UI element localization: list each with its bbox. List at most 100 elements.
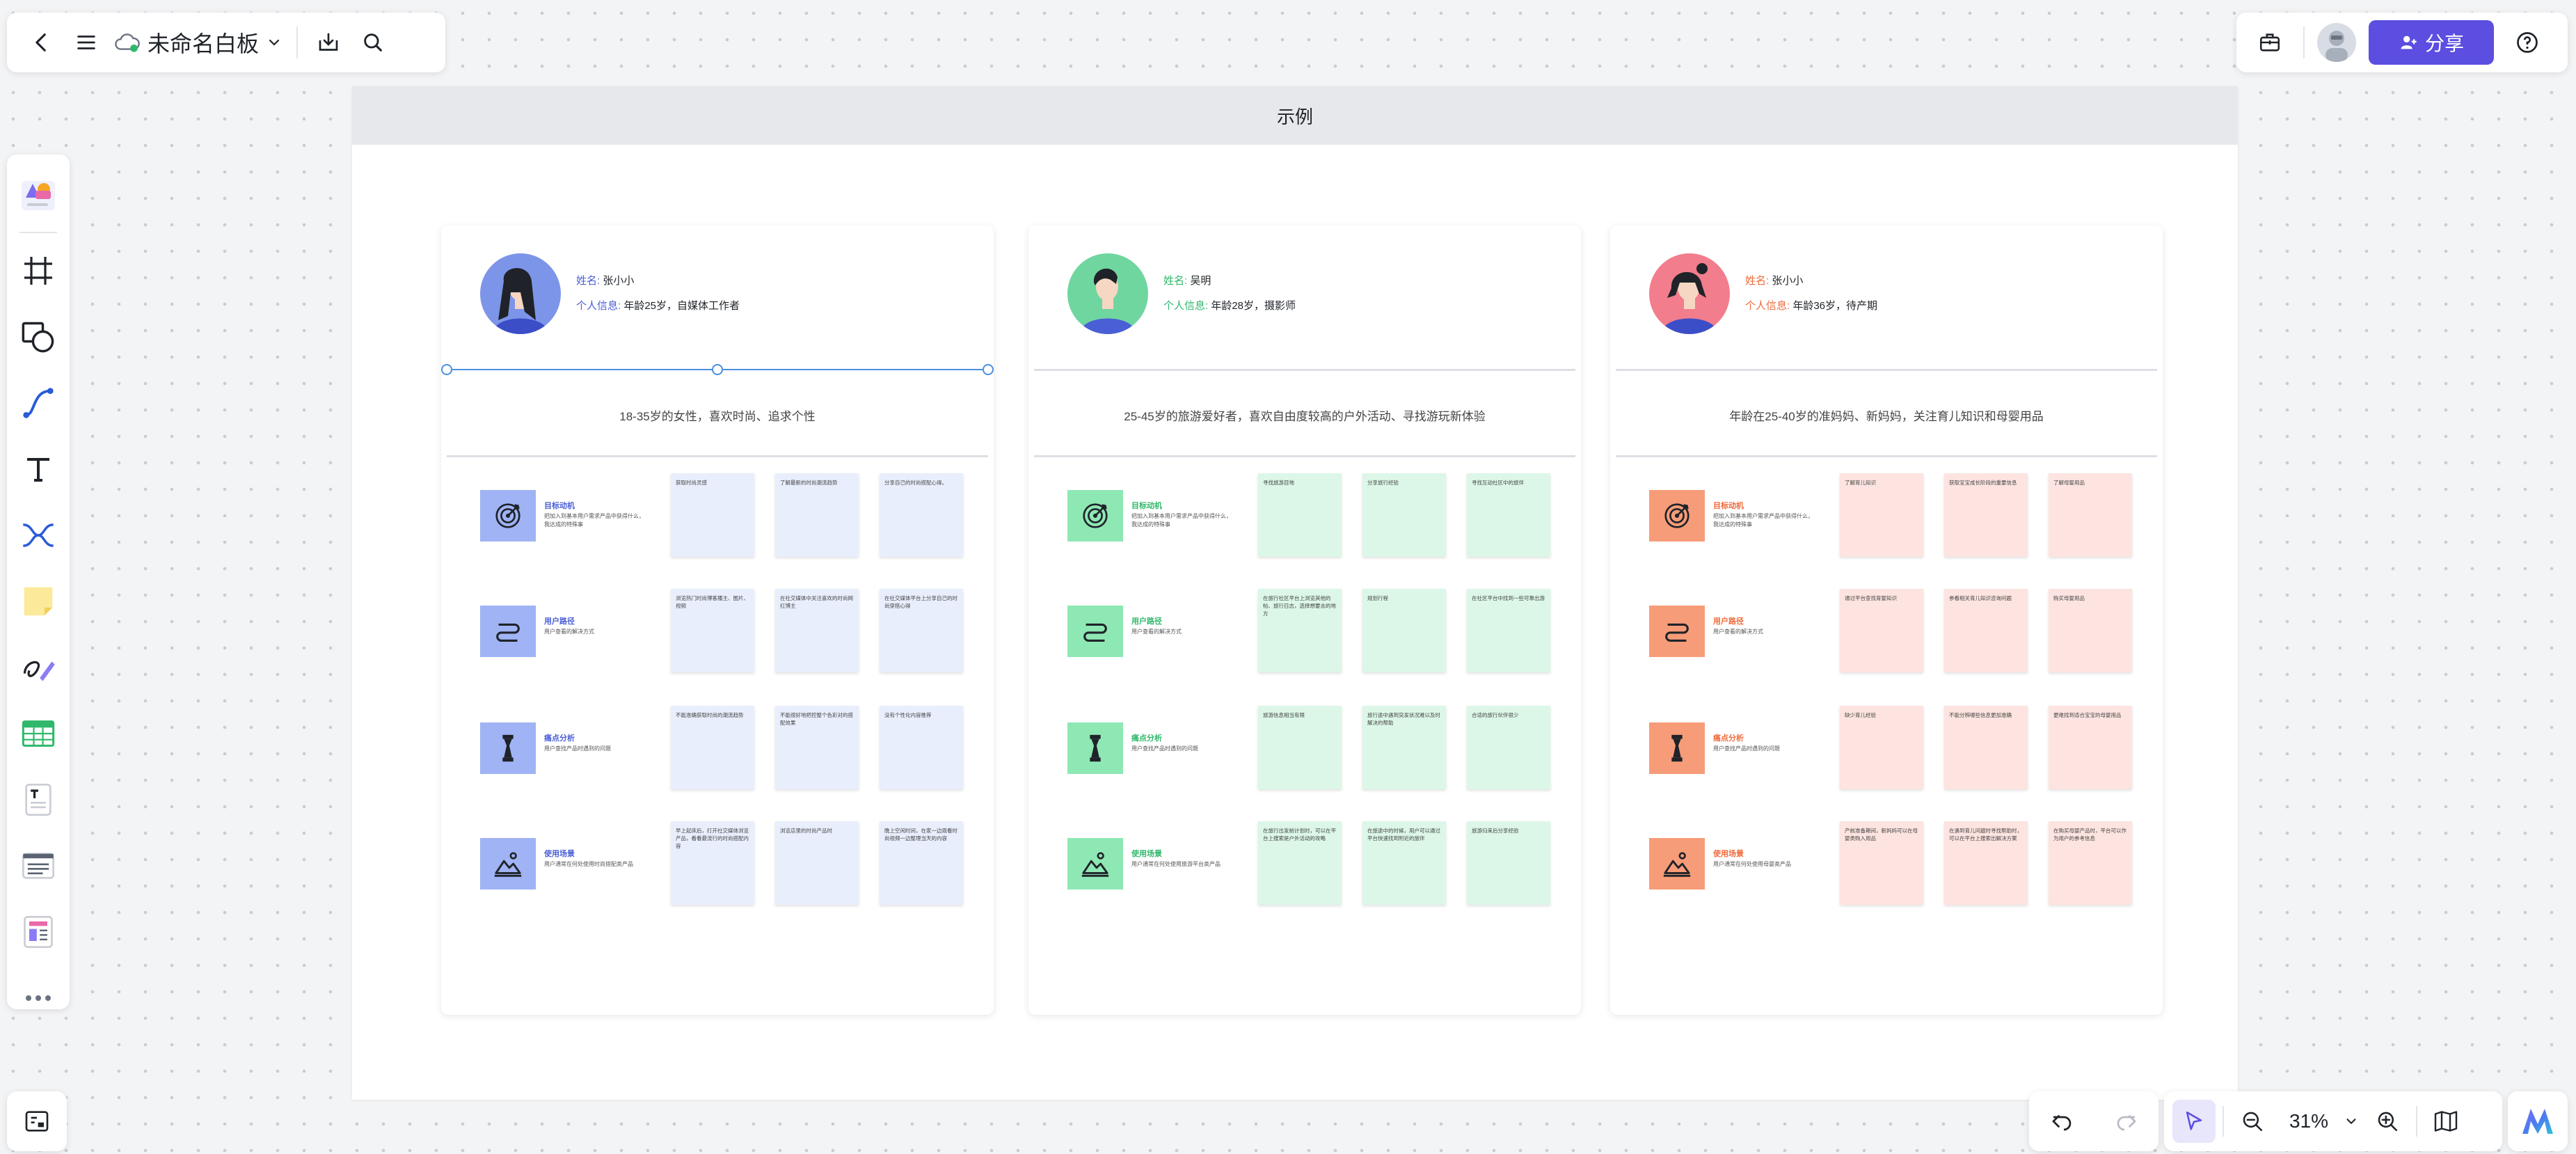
- section-icon-box: [1649, 838, 1705, 890]
- undo-icon[interactable]: [2040, 1100, 2083, 1143]
- section-title: 用户路径: [544, 617, 575, 626]
- persona-card[interactable]: 姓名: 张小小 个人信息: 年龄36岁，待产期 年龄在25-40岁的准妈妈、新妈妈，…: [1610, 226, 2163, 1015]
- sticky-note[interactable]: 早上起床后，打开社交媒体浏览产品，看看最流行的时尚搭配内容: [671, 821, 754, 905]
- book-icon[interactable]: [2424, 1100, 2467, 1143]
- sticky-note[interactable]: 参看相关育儿知识咨询问题: [1944, 589, 2028, 672]
- chevron-down-icon[interactable]: [2344, 1114, 2359, 1129]
- redo-icon[interactable]: [2105, 1100, 2148, 1143]
- sticky-note[interactable]: 通过平台查找育婴知识: [1840, 589, 1923, 672]
- sticky-note[interactable]: 旅游归来后分享经验: [1467, 821, 1550, 905]
- tool-table[interactable]: [7, 700, 70, 766]
- tool-shape[interactable]: [7, 303, 70, 370]
- sticky-note[interactable]: 获取宝宝成长阶段的重要信息: [1944, 473, 2028, 557]
- selection-handle[interactable]: [441, 364, 452, 375]
- scene-icon: [1661, 848, 1693, 880]
- sticky-note[interactable]: 合适的旅行伙伴很少: [1467, 706, 1550, 789]
- info-label: 个人信息:: [1163, 300, 1209, 312]
- tool-document[interactable]: [7, 766, 70, 832]
- list-icon: [20, 848, 56, 884]
- tool-connector[interactable]: [7, 370, 70, 436]
- persona-card[interactable]: 姓名: 张小小 个人信息: 年龄25岁，自媒体工作者 18-35岁的女性，喜欢时尚、…: [441, 226, 994, 1015]
- path-icon: [492, 615, 524, 647]
- toolbox-icon[interactable]: [2249, 22, 2291, 63]
- selection-handle[interactable]: [983, 364, 994, 375]
- sticky-note[interactable]: 了解育儿知识: [1840, 473, 1923, 557]
- sticky-note[interactable]: 了解最新的时尚潮流趋势: [775, 473, 859, 557]
- tool-more[interactable]: [7, 965, 70, 1031]
- section-description: 用户查找产品时遇到的问题: [1131, 745, 1198, 752]
- sticky-note[interactable]: 在社交媒体中关注喜欢的时尚网红博主: [775, 589, 859, 672]
- minimap-icon[interactable]: [23, 1107, 51, 1135]
- tool-text[interactable]: [7, 436, 70, 502]
- tool-list[interactable]: [7, 832, 70, 899]
- tool-template[interactable]: [7, 161, 70, 228]
- sticky-note[interactable]: 不能很好地把控整个色彩对的搭配效果: [775, 706, 859, 789]
- menu-icon[interactable]: [64, 20, 109, 65]
- sticky-note[interactable]: 寻找旅游目地: [1258, 473, 1342, 557]
- sticky-note[interactable]: 在购买母婴产品时，平台可以作为用户的参考信息: [2049, 821, 2132, 905]
- sticky-note[interactable]: 购买母婴用品: [2049, 589, 2132, 672]
- sticky-note[interactable]: 浏览热门时尚博客播主、图片、视频: [671, 589, 754, 672]
- sticky-note[interactable]: 没有个性化内容推荐: [880, 706, 963, 789]
- sticky-note[interactable]: 寻找互动社区中的旅伴: [1467, 473, 1550, 557]
- avatar[interactable]: [2317, 23, 2356, 62]
- persona-avatar: [1649, 253, 1730, 334]
- select-cursor-icon[interactable]: [2172, 1100, 2216, 1143]
- info-label: 个人信息:: [1745, 300, 1790, 312]
- persona-card[interactable]: 姓名: 吴明 个人信息: 年龄28岁，摄影师 25-45岁的旅游爱好者，喜欢自由度较…: [1028, 226, 1581, 1015]
- selection-handle[interactable]: [712, 364, 723, 375]
- zoom-in-icon[interactable]: [2366, 1100, 2409, 1143]
- persona-info: 姓名: 张小小 个人信息: 年龄36岁，待产期: [1745, 269, 1877, 319]
- sticky-note[interactable]: 在社交媒体平台上分享自己的时尚穿搭心得: [880, 589, 963, 672]
- sticky-note[interactable]: 在遇到育儿问题时寻找帮助时，可以在平台上搜索出解决方案: [1944, 821, 2028, 905]
- tool-layout[interactable]: [7, 899, 70, 965]
- sticky-note[interactable]: 缺少育儿经验: [1840, 706, 1923, 789]
- board-title-dropdown[interactable]: 未命名白板: [109, 20, 288, 65]
- persona-profile: 姓名: 张小小 个人信息: 年龄25岁，自媒体工作者: [480, 253, 740, 334]
- sticky-note[interactable]: 在旅途中的时候，用户可以通过平台快速找到附近的旅伴: [1362, 821, 1446, 905]
- name-label: 姓名:: [1745, 275, 1770, 287]
- search-icon[interactable]: [351, 20, 395, 65]
- zoom-level[interactable]: 31%: [2281, 1110, 2337, 1132]
- sticky-note[interactable]: 分享旅行经验: [1362, 473, 1446, 557]
- pain-icon: [1661, 732, 1693, 764]
- download-icon[interactable]: [306, 20, 351, 65]
- back-icon[interactable]: [19, 20, 64, 65]
- section-icon-box: [1067, 490, 1123, 542]
- sticky-note[interactable]: 分享自己的时尚搭配心得。: [880, 473, 963, 557]
- frame-header[interactable]: 示例: [352, 86, 2238, 145]
- section-icon-box: [480, 838, 536, 890]
- zoom-out-icon[interactable]: [2231, 1100, 2274, 1143]
- sticky-note[interactable]: 产前准备期间，新妈妈可以在母婴类购入用品: [1840, 821, 1923, 905]
- chevron-down-icon: [266, 34, 283, 51]
- section-description: 用户查看的解决方式: [544, 629, 594, 635]
- sticky-note[interactable]: 在旅行社区平台上浏览其他的帖、旅行日志，选择想要去的地方: [1258, 589, 1342, 672]
- section-title: 痛点分析: [1713, 734, 1744, 743]
- tool-sticky-note[interactable]: [7, 568, 70, 634]
- name-label: 姓名:: [1163, 275, 1188, 287]
- sticky-note[interactable]: 获取时尚灵感: [671, 473, 754, 557]
- tool-pen[interactable]: [7, 634, 70, 700]
- tool-frame[interactable]: [7, 237, 70, 303]
- sticky-note[interactable]: 在旅行出发前计划时，可以在平台上搜索是户外活动的攻略: [1258, 821, 1342, 905]
- sticky-note[interactable]: 不能分辨哪些信息更加准确: [1944, 706, 2028, 789]
- sticky-note[interactable]: 了解母婴用品: [2049, 473, 2132, 557]
- document-icon: [20, 782, 56, 818]
- sticky-note[interactable]: 在社区平台中找到一些可靠出游: [1467, 589, 1550, 672]
- section-description: 用户通常在何处使用母婴类产品: [1713, 861, 1791, 867]
- persona-info: 姓名: 吴明 个人信息: 年龄28岁，摄影师: [1163, 269, 1296, 319]
- sticky-note[interactable]: 规划行程: [1362, 589, 1446, 672]
- frame[interactable]: 示例 姓名: 张小小 个人信息: 年龄25岁，自媒体工作者 18-35岁的女性，喜欢…: [352, 86, 2238, 1100]
- sticky-note[interactable]: 旅游信息相当有限: [1258, 706, 1342, 789]
- tool-mindmap[interactable]: [7, 502, 70, 568]
- help-icon[interactable]: [2506, 22, 2548, 63]
- sticky-note[interactable]: 更难找到适合宝宝的母婴用品: [2049, 706, 2132, 789]
- sticky-note[interactable]: 旅行途中遇到突发状况难以及时解决的帮助: [1362, 706, 1446, 789]
- selected-line[interactable]: [441, 364, 994, 375]
- app-logo[interactable]: [2508, 1091, 2568, 1151]
- sticky-note[interactable]: 不能准确获取时尚的潮流趋势: [671, 706, 754, 789]
- sticky-note[interactable]: 浏览店里的时尚产品时: [775, 821, 859, 905]
- scene-icon: [1079, 848, 1111, 880]
- sticky-note[interactable]: 晚上空闲时间，在家一边观看时尚视频一边整理当天的内容: [880, 821, 963, 905]
- share-button[interactable]: 分享: [2369, 20, 2494, 65]
